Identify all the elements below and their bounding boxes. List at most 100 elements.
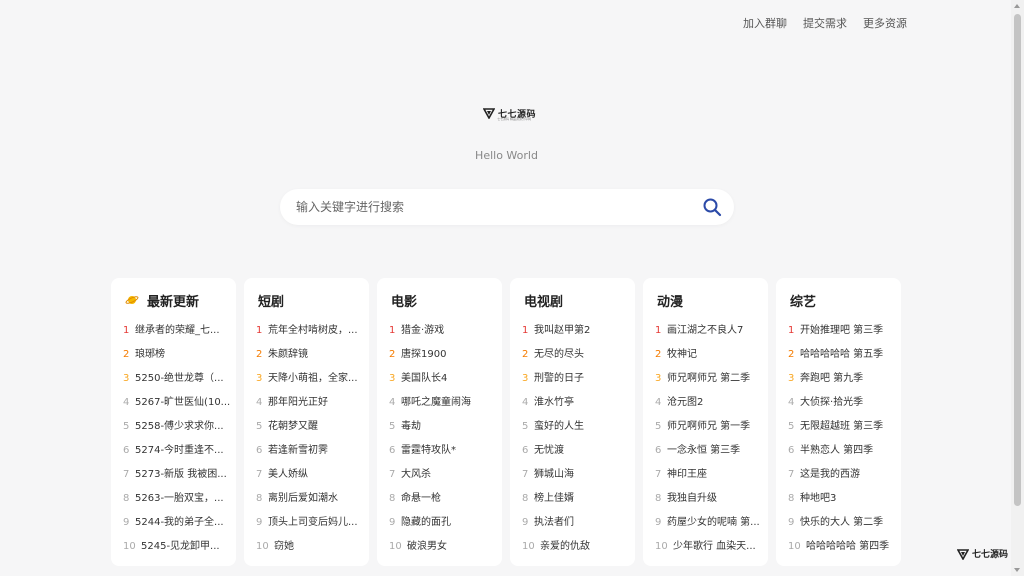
logo-subtext: 七七源码 精品资源分享网 [497,117,531,121]
corner-logo[interactable]: 七七源码 [956,547,1008,560]
ranking-item[interactable]: 1 猎金·游戏 [389,324,502,348]
ranking-item[interactable]: 4 淮水竹亭 [522,396,635,420]
rank-number: 2 [655,349,662,360]
ranking-item[interactable]: 1 我叫赵甲第2 [522,324,635,348]
ranking-item[interactable]: 4 5267-旷世医仙(10... [123,396,236,420]
ranking-item[interactable]: 6 5274-今时重逢不... [123,444,236,468]
ranking-item[interactable]: 10 5245-见龙卸甲... [123,540,236,564]
ranking-item[interactable]: 8 5263-一胎双宝，... [123,492,236,516]
ranking-item[interactable]: 5 师兄啊师兄 第一季 [655,420,768,444]
item-title: 蛮好的人生 [534,421,584,432]
ranking-item[interactable]: 10 亲爱的仇敌 [522,540,635,564]
rank-number: 2 [389,349,396,360]
ranking-item[interactable]: 2 牧神记 [655,348,768,372]
ranking-item[interactable]: 1 画江湖之不良人7 [655,324,768,348]
scrollbar[interactable] [1011,0,1024,576]
item-title: 牧神记 [667,349,697,360]
ranking-item[interactable]: 2 唐探1900 [389,348,502,372]
ranking-item[interactable]: 9 隐藏的面孔 [389,516,502,540]
ranking-item[interactable]: 10 破浪男女 [389,540,502,564]
ranking-item[interactable]: 5 毒劫 [389,420,502,444]
rank-number: 4 [256,397,263,408]
ranking-item[interactable]: 9 执法者们 [522,516,635,540]
item-title: 花朝梦又醒 [268,421,318,432]
ranking-item[interactable]: 9 5244-我的弟子全... [123,516,236,540]
rank-number: 1 [522,325,529,336]
ranking-item[interactable]: 7 这是我的西游 [788,468,901,492]
ranking-item[interactable]: 7 大风杀 [389,468,502,492]
ranking-item[interactable]: 2 琅琊榜 [123,348,236,372]
ranking-item[interactable]: 1 开始推理吧 第三季 [788,324,901,348]
ranking-item[interactable]: 3 天降小萌祖，全家... [256,372,369,396]
ranking-item[interactable]: 5 花朝梦又醒 [256,420,369,444]
category-title[interactable]: 最新更新 [125,292,236,310]
ranking-item[interactable]: 3 美国队长4 [389,372,502,396]
site-logo[interactable]: 七七源码 七七源码 精品资源分享网 [483,105,543,121]
item-title: 无限超越班 第三季 [800,421,884,432]
ranking-item[interactable]: 8 命悬一枪 [389,492,502,516]
ranking-item[interactable]: 6 半熟恋人 第四季 [788,444,901,468]
rank-number: 3 [256,373,263,384]
item-title: 5263-一胎双宝，... [135,493,224,504]
category-title[interactable]: 综艺 [790,292,901,310]
category-title[interactable]: 电视剧 [524,292,635,310]
ranking-item[interactable]: 8 种地吧3 [788,492,901,516]
search-icon[interactable] [702,197,722,217]
item-title: 一念永恒 第三季 [667,445,741,456]
ranking-item[interactable]: 2 无尽的尽头 [522,348,635,372]
ranking-item[interactable]: 8 离别后爱如潮水 [256,492,369,516]
rank-number: 9 [389,517,396,528]
ranking-item[interactable]: 10 窃她 [256,540,369,564]
item-title: 无尽的尽头 [534,349,584,360]
rank-number: 5 [522,421,529,432]
nav-submit-request[interactable]: 提交需求 [803,15,847,31]
ranking-item[interactable]: 5 蛮好的人生 [522,420,635,444]
category-title[interactable]: 电影 [391,292,502,310]
ranking-item[interactable]: 1 继承者的荣耀_七... [123,324,236,348]
ranking-item[interactable]: 4 沧元图2 [655,396,768,420]
rank-number: 10 [123,541,136,552]
ranking-item[interactable]: 7 狮城山海 [522,468,635,492]
ranking-item[interactable]: 10 少年歌行 血染天... [655,540,768,564]
ranking-item[interactable]: 3 奔跑吧 第九季 [788,372,901,396]
scrollbar-thumb[interactable] [1014,14,1021,506]
ranking-item[interactable]: 8 我独自升级 [655,492,768,516]
item-title: 哈哈哈哈哈 第五季 [800,349,884,360]
ranking-item[interactable]: 4 哪吒之魔童闹海 [389,396,502,420]
search-input[interactable] [296,189,686,225]
rank-number: 1 [788,325,795,336]
ranking-item[interactable]: 4 那年阳光正好 [256,396,369,420]
ranking-item[interactable]: 1 荒年全村啃树皮，... [256,324,369,348]
category-title[interactable]: 短剧 [258,292,369,310]
ranking-item[interactable]: 3 刑警的日子 [522,372,635,396]
ranking-item[interactable]: 7 5273-新版 我被困... [123,468,236,492]
ranking-item[interactable]: 3 师兄啊师兄 第二季 [655,372,768,396]
ranking-item[interactable]: 6 无忧渡 [522,444,635,468]
rank-number: 8 [123,493,130,504]
scroll-up-icon[interactable] [1014,4,1020,8]
category-title[interactable]: 动漫 [657,292,768,310]
nav-join-group[interactable]: 加入群聊 [743,15,787,31]
ranking-item[interactable]: 9 快乐的大人 第二季 [788,516,901,540]
ranking-item[interactable]: 4 大侦探·拾光季 [788,396,901,420]
ranking-item[interactable]: 2 朱颜辞镜 [256,348,369,372]
ranking-item[interactable]: 9 药屋少女的呢喃 第... [655,516,768,540]
ranking-item[interactable]: 5 5258-傅少求求你... [123,420,236,444]
ranking-item[interactable]: 7 神印王座 [655,468,768,492]
item-title: 我叫赵甲第2 [534,325,591,336]
item-title: 5245-见龙卸甲... [141,541,220,552]
nav-more-resources[interactable]: 更多资源 [863,15,907,31]
ranking-item[interactable]: 6 雷霆特攻队* [389,444,502,468]
ranking-item[interactable]: 2 哈哈哈哈哈 第五季 [788,348,901,372]
ranking-item[interactable]: 6 若逢新雪初霁 [256,444,369,468]
item-title: 少年歌行 血染天... [673,541,756,552]
scroll-down-icon[interactable] [1014,568,1020,572]
ranking-item[interactable]: 6 一念永恒 第三季 [655,444,768,468]
ranking-item[interactable]: 9 顶头上司变后妈儿... [256,516,369,540]
ranking-item[interactable]: 5 无限超越班 第三季 [788,420,901,444]
ranking-item[interactable]: 7 美人娇纵 [256,468,369,492]
ranking-item[interactable]: 3 5250-绝世龙尊（... [123,372,236,396]
ranking-item[interactable]: 10 哈哈哈哈哈 第四季 [788,540,901,564]
item-title: 半熟恋人 第四季 [800,445,874,456]
ranking-item[interactable]: 8 榜上佳婿 [522,492,635,516]
